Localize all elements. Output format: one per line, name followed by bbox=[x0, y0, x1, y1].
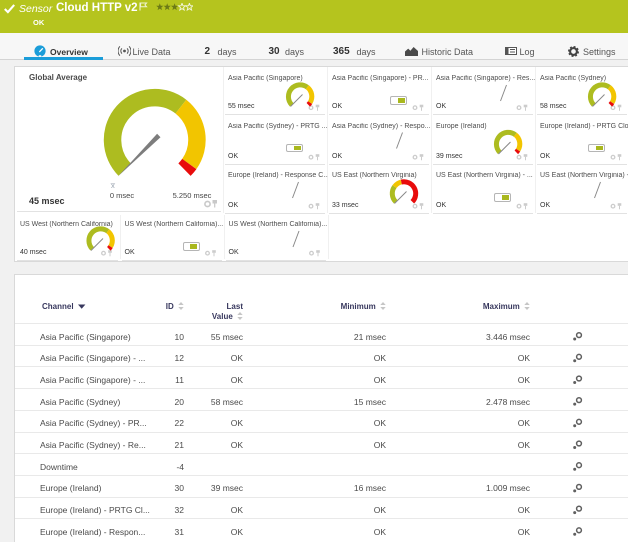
svg-text:x̅: x̅ bbox=[110, 181, 116, 190]
